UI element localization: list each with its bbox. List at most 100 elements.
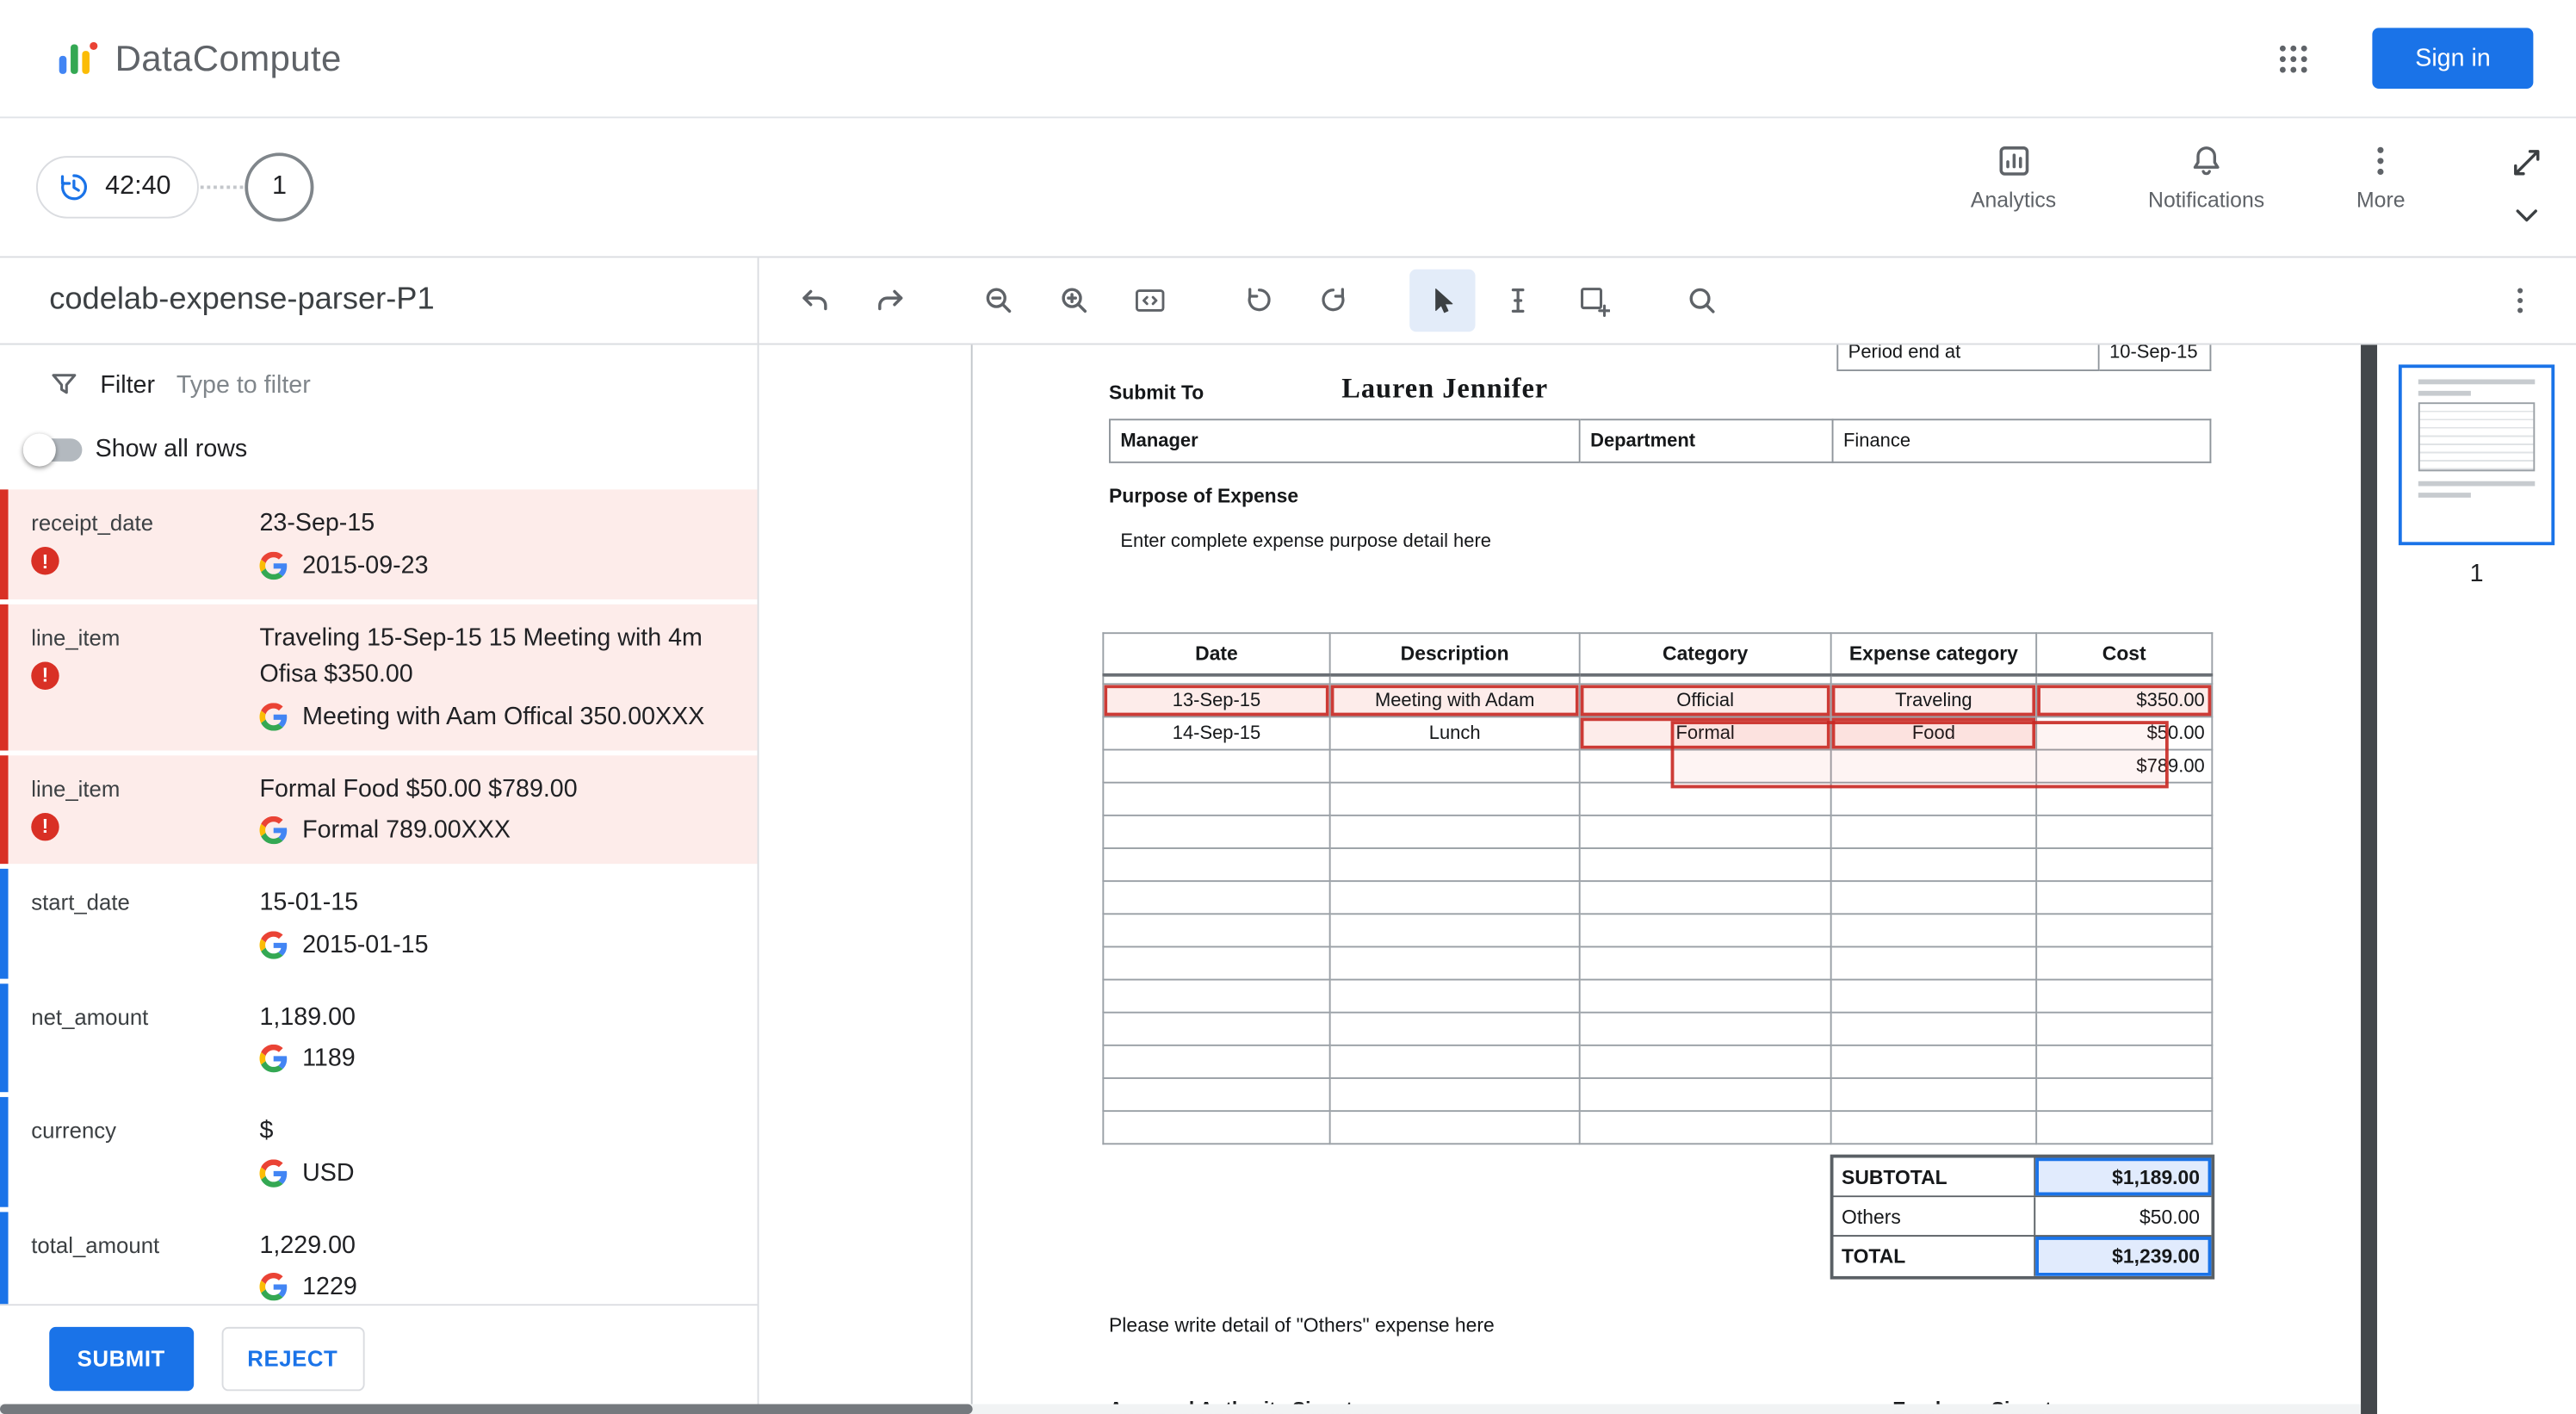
analytics-icon <box>1998 146 2028 176</box>
code-icon <box>1136 289 1165 312</box>
field-normalized-value: 2015-09-23 <box>302 550 429 580</box>
search-document-button[interactable] <box>1669 270 1735 332</box>
timer-pill[interactable]: 42:40 <box>35 156 199 219</box>
chevron-down-icon[interactable] <box>2511 199 2543 232</box>
col-header-category: Category <box>1578 632 1832 676</box>
row-status-accent <box>0 489 9 599</box>
redo-icon <box>878 289 903 311</box>
col-header-description: Description <box>1328 632 1581 676</box>
more-label: More <box>2356 187 2406 213</box>
app-root: DataCompute Sign in 42:40 1 Analytics No… <box>0 0 2576 1414</box>
error-annotation-box[interactable] <box>1670 721 2169 789</box>
summary-table: SUBTOTAL $1,189.00 Others $50.00 TOTAL $… <box>1830 1154 2215 1280</box>
add-box-icon <box>1581 288 1610 318</box>
field-row-net-amount[interactable]: net_amount 1,189.00 1189 <box>0 983 758 1093</box>
field-value: 15-01-15 <box>259 888 359 917</box>
zoom-out-button[interactable] <box>966 270 1031 332</box>
expense-table-empty-row <box>1102 1044 2214 1079</box>
expense-table-empty-row <box>1102 880 2214 915</box>
others-row: Others $50.00 <box>1833 1197 2212 1237</box>
subtotal-row: SUBTOTAL $1,189.00 <box>1833 1157 2212 1198</box>
add-bounding-box-button[interactable] <box>1561 270 1626 332</box>
subtotal-label: SUBTOTAL <box>1834 1157 2036 1196</box>
field-key: start_date <box>31 890 130 915</box>
toolbar-overflow-button[interactable] <box>2491 271 2550 331</box>
period-label: Period end at <box>1836 344 2100 372</box>
field-value: 1,189.00 <box>259 1002 356 1031</box>
step-number: 1 <box>271 172 287 201</box>
document-viewer: Period end at 10-Sep-15 Submit To Lauren… <box>759 257 2576 1414</box>
google-g-icon <box>259 1272 288 1301</box>
total-value-annotation[interactable]: $1,239.00 <box>2035 1237 2212 1276</box>
filter-funnel-icon <box>52 374 77 394</box>
field-value: Formal Food $50.00 $789.00 <box>259 774 578 803</box>
thumbnail-panel: 1 <box>2377 344 2576 1414</box>
total-label: TOTAL <box>1834 1237 2036 1276</box>
text-select-tool-button[interactable] <box>1485 270 1551 332</box>
field-row-currency[interactable]: currency $ USD <box>0 1096 758 1206</box>
toggle-knob <box>22 432 56 466</box>
expense-table-wrap: Date Description Category Expense catego… <box>1102 632 2214 1145</box>
rotate-right-button[interactable] <box>1301 270 1366 332</box>
expense-table-empty-row <box>1102 978 2214 1014</box>
google-g-icon <box>259 1044 288 1073</box>
filter-label: Filter <box>100 370 156 399</box>
apps-grid-icon[interactable] <box>2261 26 2326 91</box>
field-key: net_amount <box>31 1004 149 1029</box>
more-button[interactable]: More <box>2356 143 2406 212</box>
sign-in-button[interactable]: Sign in <box>2372 28 2534 89</box>
vertical-scrollbar[interactable] <box>2361 344 2378 1414</box>
department-value: Finance <box>1833 419 2212 463</box>
document-canvas[interactable]: Period end at 10-Sep-15 Submit To Lauren… <box>759 344 2362 1414</box>
code-view-button[interactable] <box>1118 270 1183 332</box>
error-icon: ! <box>31 812 59 840</box>
subtotal-value-annotation[interactable]: $1,189.00 <box>2035 1157 2212 1196</box>
total-row: TOTAL $1,239.00 <box>1833 1237 2212 1276</box>
brand-bars-icon <box>59 40 98 73</box>
expense-table-empty-row <box>1102 814 2214 849</box>
field-row-total-amount[interactable]: total_amount 1,229.00 1229 <box>0 1211 758 1305</box>
others-note: Please write detail of "Others" expense … <box>1109 1313 1495 1337</box>
field-value: $ <box>259 1116 274 1145</box>
more-vert-icon <box>2517 288 2523 313</box>
undo-icon <box>802 289 827 311</box>
timer-value: 42:40 <box>105 172 171 201</box>
page-thumbnail[interactable] <box>2398 364 2555 546</box>
expense-table-empty-rows <box>1102 781 2214 1145</box>
step-indicator[interactable]: 1 <box>245 152 314 222</box>
purpose-heading: Purpose of Expense <box>1109 484 1299 508</box>
field-list: receipt_date ! 23-Sep-15 2015-09-23 line… <box>0 489 758 1305</box>
expense-table: Date Description Category Expense catego… <box>1102 632 2214 1145</box>
field-normalized-value: Formal 789.00XXX <box>302 816 511 845</box>
horizontal-scrollbar[interactable] <box>0 1404 2362 1414</box>
submit-to-value: Lauren Jennifer <box>1341 372 1549 405</box>
rotate-right-icon <box>1322 288 1345 312</box>
analytics-button[interactable]: Analytics <box>1971 143 2056 212</box>
filter-input[interactable] <box>176 370 709 399</box>
field-row-start-date[interactable]: start_date 15-01-15 2015-01-15 <box>0 868 758 978</box>
field-row-receipt-date[interactable]: receipt_date ! 23-Sep-15 2015-09-23 <box>0 489 758 599</box>
reject-button[interactable]: REJECT <box>220 1326 364 1392</box>
row-status-accent <box>0 1211 9 1305</box>
notifications-button[interactable]: Notifications <box>2148 143 2264 212</box>
field-key: line_item <box>31 776 121 801</box>
field-row-line-item-1[interactable]: line_item ! Traveling 15-Sep-15 15 Meeti… <box>0 603 758 750</box>
zoom-in-button[interactable] <box>1042 270 1107 332</box>
undo-button[interactable] <box>782 270 847 332</box>
expense-table-empty-row <box>1102 1110 2214 1145</box>
expense-table-empty-row <box>1102 913 2214 948</box>
rotate-left-button[interactable] <box>1225 270 1291 332</box>
notifications-label: Notifications <box>2148 187 2265 213</box>
horizontal-scrollbar-thumb[interactable] <box>0 1404 973 1414</box>
select-tool-button[interactable] <box>1409 269 1476 332</box>
expand-fullscreen-icon[interactable] <box>2511 146 2543 179</box>
brand-logo[interactable]: DataCompute <box>56 37 342 80</box>
viewer-body: Period end at 10-Sep-15 Submit To Lauren… <box>759 344 2576 1414</box>
filter-row: Filter <box>0 344 758 415</box>
submit-button[interactable]: SUBMIT <box>49 1326 194 1392</box>
field-row-line-item-2[interactable]: line_item ! Formal Food $50.00 $789.00 F… <box>0 754 758 865</box>
google-g-icon <box>259 1158 288 1187</box>
redo-button[interactable] <box>858 270 923 332</box>
show-all-rows-toggle[interactable] <box>22 432 83 466</box>
purpose-hint: Enter complete expense purpose detail he… <box>1120 531 1491 552</box>
